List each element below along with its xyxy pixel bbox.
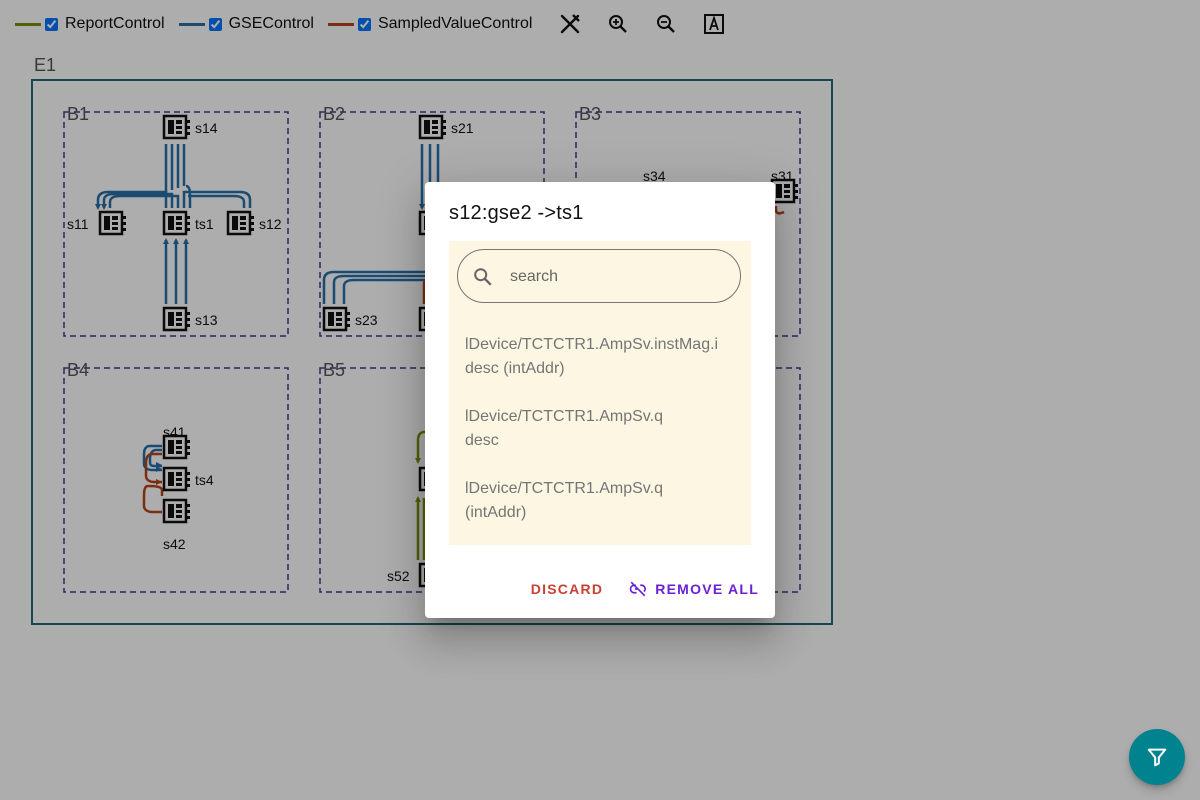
list-item[interactable]: lDevice/TCTCTR1.AmpSv.q (intAddr) [465, 477, 741, 525]
filter-icon [1147, 748, 1167, 767]
dialog-content: lDevice/TCTCTR1.AmpSv.instMag.i desc (in… [449, 241, 751, 545]
filter-fab-button[interactable] [1129, 729, 1185, 785]
connection-dialog: s12:gse2 ->ts1 lDevice/TCTCTR1.AmpSv.ins… [425, 182, 775, 618]
list-item-secondary: (intAddr) [465, 504, 527, 521]
remove-all-button-label: Remove all [655, 581, 759, 597]
discard-button[interactable]: Discard [531, 581, 604, 597]
list-item[interactable]: lDevice/TCTCTR1.AmpSv.instMag.i desc (in… [465, 333, 741, 381]
discard-button-label: Discard [530, 581, 604, 597]
search-field[interactable] [457, 249, 741, 303]
list-item-primary: lDevice/TCTCTR1.AmpSv.q [465, 408, 663, 425]
list-item-secondary: desc [465, 432, 499, 449]
search-input[interactable] [508, 264, 732, 290]
search-icon [474, 268, 492, 286]
list-item-secondary: desc (intAddr) [465, 360, 565, 377]
list-item-primary: lDevice/TCTCTR1.AmpSv.q [465, 480, 663, 497]
remove-all-button[interactable]: Remove all [629, 580, 759, 598]
list-item-primary: lDevice/TCTCTR1.AmpSv.instMag.i [465, 336, 719, 353]
list-item[interactable]: lDevice/TCTCTR1.AmpSv.q desc [465, 405, 741, 453]
dialog-actions: Discard Remove all [531, 580, 759, 598]
link-off-icon [629, 581, 647, 597]
dialog-title: s12:gse2 ->ts1 [449, 202, 584, 224]
